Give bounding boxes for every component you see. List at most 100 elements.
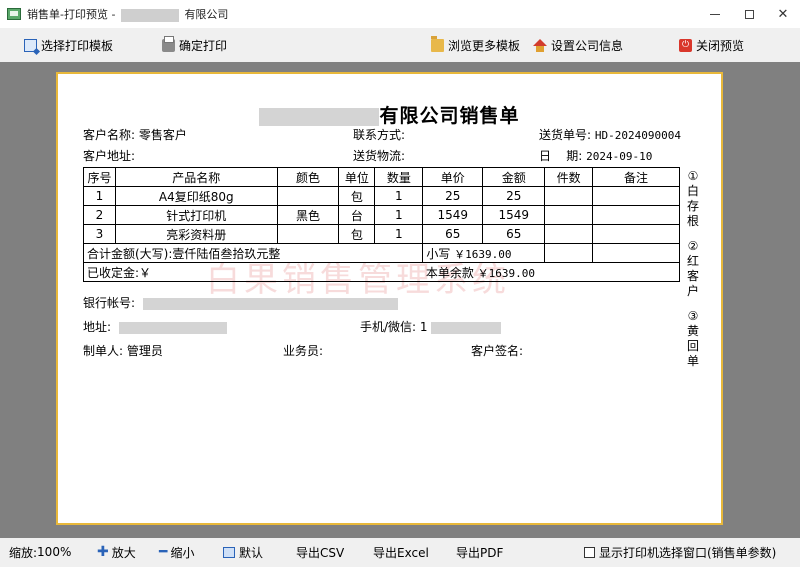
- table-cell: 1: [374, 205, 424, 225]
- table-header: 产品名称: [114, 167, 278, 187]
- close-window-button[interactable]: ✕: [766, 0, 800, 28]
- maximize-button[interactable]: [732, 0, 766, 28]
- copy-note-yellow: ③黄回单: [686, 309, 699, 368]
- zoom-in-button[interactable]: ✚ 放大: [97, 544, 136, 560]
- close-preview-icon: ⏻: [679, 38, 692, 52]
- browse-templates-button[interactable]: 浏览更多模板: [431, 35, 521, 54]
- export-excel-button[interactable]: 导出Excel: [373, 544, 429, 560]
- close-icon: ✕: [777, 6, 789, 22]
- redacted-company-name: [259, 107, 380, 126]
- customer-name-value: 零售客户: [138, 128, 187, 142]
- table-row: 1 A4复印纸80g 包 1 25 25: [83, 186, 680, 206]
- home-icon: [533, 38, 547, 52]
- zoom-out-button[interactable]: ━ 缩小: [159, 544, 194, 560]
- table-cell: [544, 243, 594, 263]
- date-label: 日 期:: [539, 149, 583, 163]
- table-header: 备注: [592, 167, 680, 187]
- table-header-row: 序号 产品名称 颜色 单位 数量 单价 金额 件数 备注: [83, 167, 680, 187]
- table-cell: 1: [374, 224, 424, 244]
- window-controls: ✕: [698, 0, 800, 28]
- customer-sign-label: 客户签名:: [471, 344, 524, 358]
- table-cell: [276, 224, 340, 244]
- copy-notes: ①白存根 ②红客户 ③黄回单: [686, 169, 700, 379]
- table-cell: 65: [482, 224, 546, 244]
- table-cell: [544, 186, 594, 206]
- sales-slip: 有限公司销售单 白果销售管理系统 客户名称: 零售客户 联系方式: 送货单号: …: [58, 74, 721, 523]
- show-printer-dialog-checkbox[interactable]: 显示打印机选择窗口(销售单参数): [584, 544, 776, 560]
- table-header: 序号: [83, 167, 116, 187]
- close-preview-label: 关闭预览: [696, 38, 745, 53]
- table-row: 2 针式打印机 黑色 台 1 1549 1549: [83, 205, 680, 225]
- checkbox-icon: [584, 546, 595, 558]
- table-cell: [544, 205, 594, 225]
- table-cell: [592, 243, 680, 263]
- date-row: 日 期: 2024-09-10: [539, 147, 652, 164]
- table-cell: 1549: [482, 205, 546, 225]
- window-title-suffix: 有限公司: [184, 8, 229, 21]
- confirm-print-label: 确定打印: [179, 38, 228, 53]
- table-header: 单位: [338, 167, 376, 187]
- window-title: 销售单-打印预览 - 有限公司: [27, 6, 228, 22]
- confirm-print-button[interactable]: 确定打印: [162, 35, 228, 54]
- folder-icon: [431, 35, 444, 52]
- reset-zoom-button[interactable]: 默认: [223, 544, 263, 560]
- total-upper-cell: 合计金额(大写):壹仟陆佰叁拾玖元整: [82, 243, 424, 263]
- contact-label: 联系方式:: [353, 128, 406, 142]
- table-header: 颜色: [276, 167, 340, 187]
- table-cell: 包: [338, 186, 376, 206]
- redacted-address: [118, 321, 227, 334]
- minus-icon: ━: [159, 544, 168, 560]
- print-page: 有限公司销售单 白果销售管理系统 客户名称: 零售客户 联系方式: 送货单号: …: [56, 72, 723, 525]
- maker-row: 制单人: 管理员: [83, 342, 163, 359]
- total-row: 合计金额(大写):壹仟陆佰叁拾玖元整 小写 ￥1639.00: [82, 243, 680, 263]
- table-cell: 3: [83, 224, 116, 244]
- table-header: 金额: [482, 167, 546, 187]
- salesman-label: 业务员:: [283, 344, 324, 358]
- received-value: ￥: [139, 265, 152, 280]
- plus-icon: ✚: [97, 544, 109, 560]
- table-cell: A4复印纸80g: [114, 186, 278, 206]
- minimize-button[interactable]: [698, 0, 732, 28]
- redacted-phone: [431, 321, 502, 334]
- table-cell: 包: [338, 224, 376, 244]
- zoom-readout: 缩放: 100%: [9, 544, 71, 560]
- zoom-label: 缩放:: [9, 545, 38, 560]
- table-cell: 黑色: [276, 205, 340, 225]
- redacted-bank-account: [142, 297, 398, 310]
- table-cell: 2: [83, 205, 116, 225]
- close-preview-button[interactable]: ⏻ 关闭预览: [679, 36, 744, 54]
- total-small-cell: 小写 ￥1639.00: [422, 243, 545, 263]
- table-row: 3 亮彩资料册 包 1 65 65: [83, 224, 680, 244]
- date-value: 2024-09-10: [586, 150, 653, 163]
- phone-row: 手机/微信: 1: [360, 318, 502, 335]
- reset-icon: [223, 546, 235, 558]
- export-csv-button[interactable]: 导出CSV: [296, 544, 344, 560]
- copy-note-red: ②红客户: [686, 239, 699, 298]
- balance-label: 本单余款: [425, 265, 474, 280]
- export-pdf-button[interactable]: 导出PDF: [456, 544, 503, 560]
- total-small-label: 小写: [426, 246, 451, 261]
- choose-template-label: 选择打印模板: [41, 38, 114, 53]
- toolbar: 选择打印模板 确定打印 浏览更多模板 设置公司信息 ⏻ 关闭预览: [0, 28, 800, 62]
- customer-address-label: 客户地址:: [83, 149, 136, 163]
- choose-template-button[interactable]: 选择打印模板: [24, 36, 113, 54]
- window-title-prefix: 销售单-打印预览 -: [27, 8, 116, 21]
- company-info-button[interactable]: 设置公司信息: [533, 36, 623, 54]
- address-label: 地址:: [83, 320, 112, 334]
- template-icon: [24, 38, 37, 52]
- table-cell: 25: [422, 186, 484, 206]
- table-header: 件数: [544, 167, 594, 187]
- preview-area[interactable]: 有限公司销售单 白果销售管理系统 客户名称: 零售客户 联系方式: 送货单号: …: [0, 62, 800, 538]
- table-cell: [592, 224, 680, 244]
- show-printer-dialog-label: 显示打印机选择窗口(销售单参数): [599, 545, 777, 560]
- table-cell: 25: [482, 186, 546, 206]
- items-table: 序号 产品名称 颜色 单位 数量 单价 金额 件数 备注 1 A4复印纸80g …: [82, 167, 680, 282]
- title-bar: 销售单-打印预览 - 有限公司 ✕: [0, 0, 800, 28]
- table-cell: 针式打印机: [114, 205, 278, 225]
- balance-value: ￥1639.00: [477, 266, 536, 280]
- table-cell: [544, 224, 594, 244]
- zoom-in-label: 放大: [111, 545, 136, 560]
- received-cell: 已收定金:￥: [82, 262, 423, 282]
- total-small-value: ￥1639.00: [454, 247, 512, 261]
- browse-templates-label: 浏览更多模板: [448, 38, 521, 53]
